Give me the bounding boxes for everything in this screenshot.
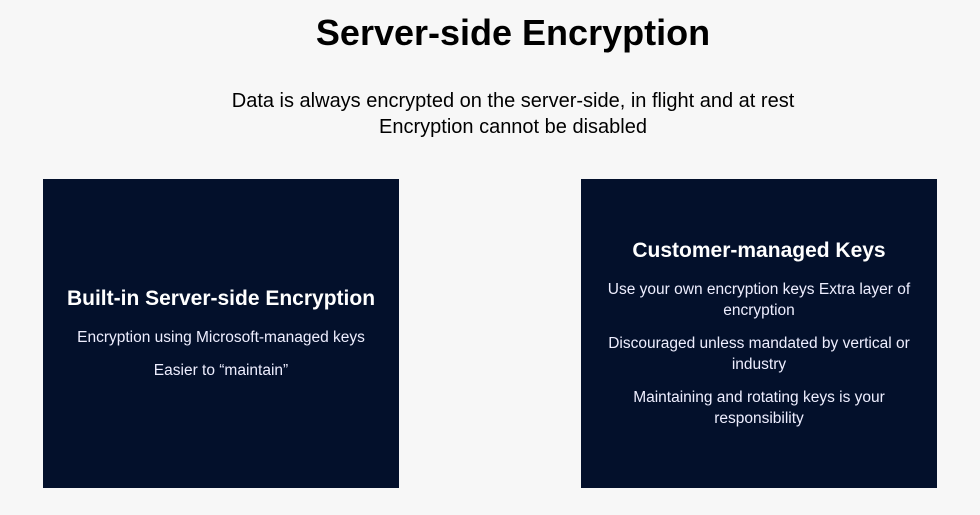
customer-managed-keys-box: Customer-managed Keys Use your own encry…	[581, 179, 937, 488]
box-point: Use your own encryption keys Extra layer…	[607, 280, 911, 319]
box-point: Encryption using Microsoft-managed keys	[77, 328, 365, 346]
built-in-encryption-box: Built-in Server-side Encryption Encrypti…	[43, 179, 399, 488]
box-point: Easier to “maintain”	[153, 361, 289, 379]
slide-title: Server-side Encryption	[315, 12, 711, 53]
subtitle-line: Data is always encrypted on the server-s…	[231, 90, 795, 112]
box-point: Maintaining and rotating keys is your re…	[633, 388, 885, 427]
box-heading: Customer-managed Keys	[632, 238, 886, 262]
box-heading: Built-in Server-side Encryption	[66, 286, 376, 310]
box-point: Discouraged unless mandated by vertical …	[608, 334, 910, 373]
slide-subtitle: Data is always encrypted on the server-s…	[0, 88, 980, 140]
subtitle-line: Encryption cannot be disabled	[379, 116, 647, 138]
